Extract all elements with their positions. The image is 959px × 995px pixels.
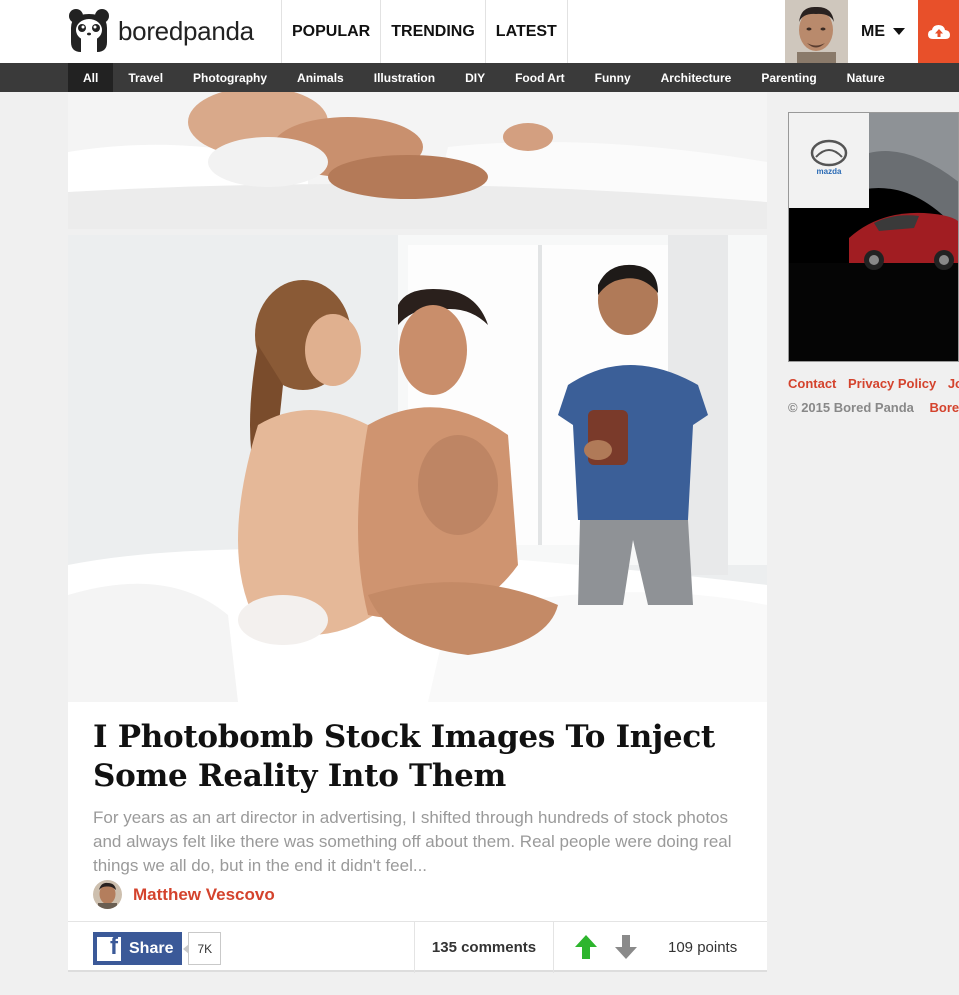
- main-nav: POPULAR TRENDING LATEST: [281, 0, 568, 63]
- copyright-text: © 2015 Bored Panda: [788, 400, 914, 415]
- previous-post-image[interactable]: [68, 92, 767, 229]
- link-truncated[interactable]: Jo: [948, 376, 959, 391]
- copyright-link[interactable]: Bore: [930, 400, 959, 415]
- category-funny[interactable]: Funny: [580, 63, 646, 92]
- share-label: Share: [129, 939, 174, 957]
- category-all[interactable]: All: [68, 63, 114, 92]
- upvote-arrow-icon[interactable]: [574, 934, 598, 960]
- post-excerpt: For years as an art director in advertis…: [93, 808, 732, 875]
- author-avatar: [93, 880, 122, 909]
- link-contact[interactable]: Contact: [788, 376, 836, 391]
- author-name[interactable]: Matthew Vescovo: [133, 885, 275, 905]
- category-illustration[interactable]: Illustration: [359, 63, 450, 92]
- author-avatar-image: [93, 880, 122, 909]
- caret-down-icon: [893, 28, 905, 35]
- user-avatar[interactable]: [785, 0, 848, 63]
- nav-latest[interactable]: LATEST: [484, 0, 568, 63]
- category-travel[interactable]: Travel: [113, 63, 178, 92]
- share-count: 7K: [183, 932, 222, 965]
- upload-cloud-icon: [927, 24, 950, 39]
- user-menu-label: ME: [861, 22, 885, 40]
- sidebar-footer-links: Contact Privacy Policy Jo: [788, 376, 959, 391]
- category-nature[interactable]: Nature: [832, 63, 900, 92]
- sidebar-ad[interactable]: mazda: [788, 112, 959, 362]
- vote-controls: [574, 932, 638, 962]
- downvote-arrow-icon[interactable]: [614, 934, 638, 960]
- post-author[interactable]: Matthew Vescovo: [93, 880, 275, 909]
- user-avatar-image: [785, 0, 848, 63]
- ad-brand-text: mazda: [817, 167, 842, 176]
- link-privacy-policy[interactable]: Privacy Policy: [848, 376, 936, 391]
- category-animals[interactable]: Animals: [282, 63, 359, 92]
- panda-logo-icon: [69, 9, 109, 52]
- post-image[interactable]: [68, 235, 767, 702]
- post-footer: f Share 7K 135 comments 109 points: [68, 921, 767, 973]
- logo-text: boredpanda: [118, 15, 254, 46]
- facebook-icon: f: [97, 936, 121, 961]
- category-parenting[interactable]: Parenting: [746, 63, 831, 92]
- nav-trending[interactable]: TRENDING: [380, 0, 485, 63]
- top-header: boredpanda POPULAR TRENDING LATEST ME: [0, 0, 959, 63]
- site-logo[interactable]: boredpanda: [68, 6, 254, 56]
- post-card: I Photobomb Stock Images To Inject Some …: [68, 702, 767, 973]
- copyright-line: © 2015 Bored Panda Bore: [788, 400, 959, 415]
- previous-post-photo: [68, 92, 767, 229]
- category-architecture[interactable]: Architecture: [646, 63, 747, 92]
- post-photo: [68, 235, 767, 702]
- category-food-art[interactable]: Food Art: [500, 63, 580, 92]
- upload-button[interactable]: [918, 0, 959, 63]
- post-title[interactable]: I Photobomb Stock Images To Inject Some …: [93, 718, 733, 796]
- facebook-share-button[interactable]: f Share: [93, 932, 183, 965]
- category-photography[interactable]: Photography: [178, 63, 282, 92]
- nav-popular[interactable]: POPULAR: [281, 0, 380, 63]
- user-menu-button[interactable]: ME: [848, 0, 918, 63]
- comments-link[interactable]: 135 comments: [414, 922, 554, 973]
- post-points: 109 points: [668, 939, 738, 956]
- category-diy[interactable]: DIY: [450, 63, 500, 92]
- category-bar: All Travel Photography Animals Illustrat…: [0, 63, 959, 92]
- category-list: All Travel Photography Animals Illustrat…: [68, 63, 900, 92]
- facebook-share: f Share 7K: [93, 932, 222, 965]
- mazda-ad-image: mazda: [789, 113, 958, 361]
